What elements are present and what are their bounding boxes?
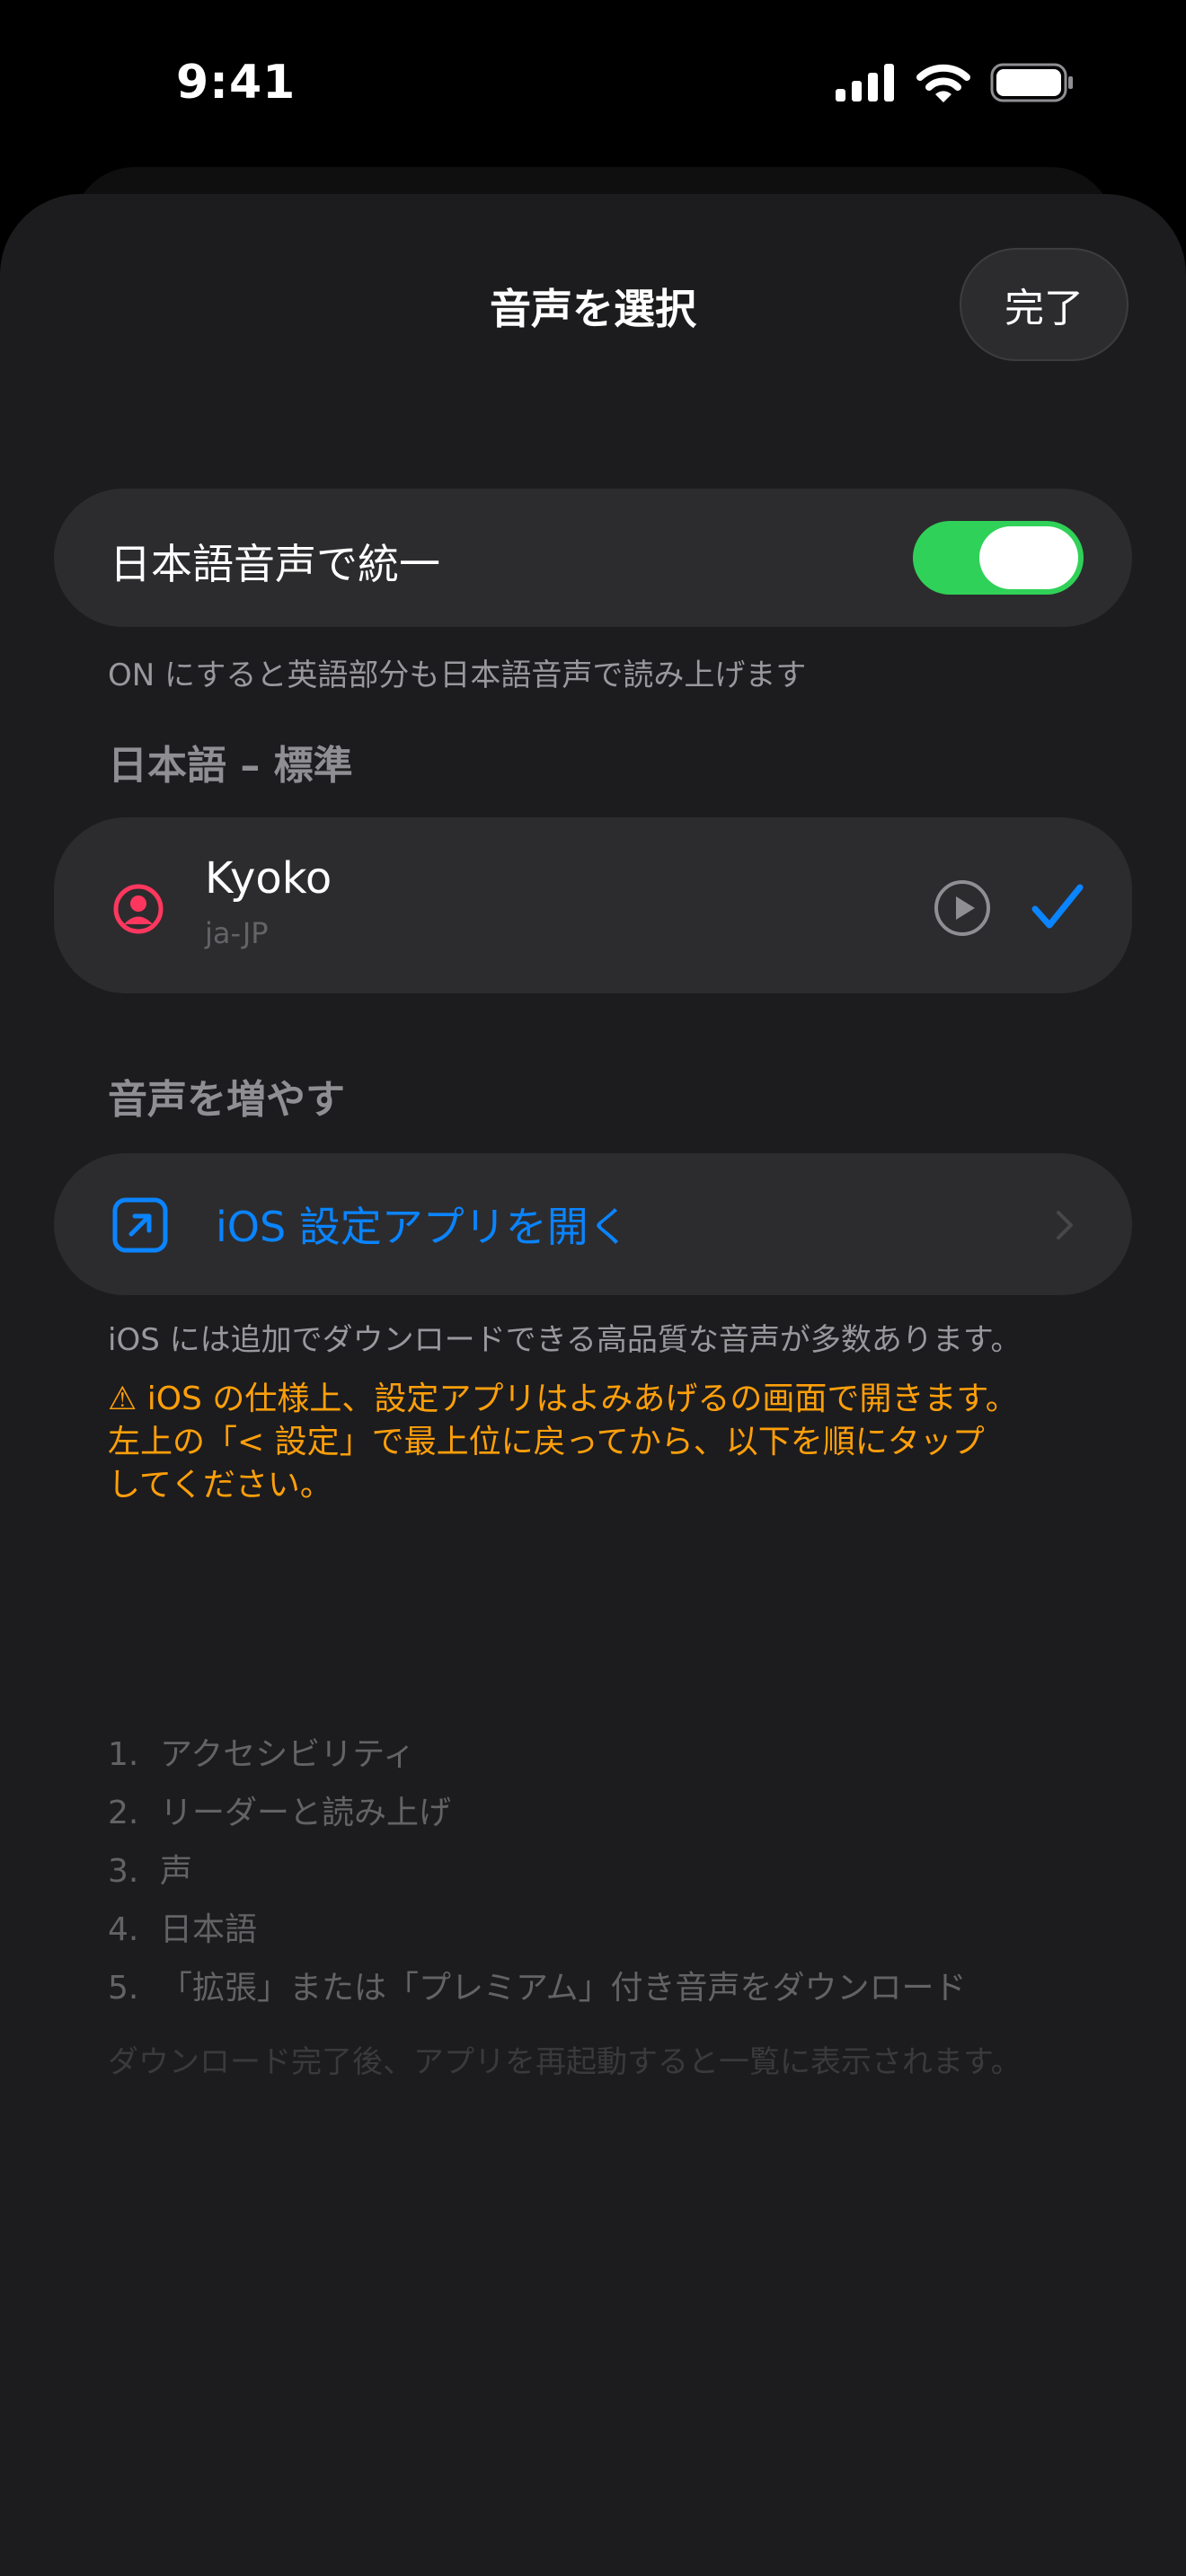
wifi-icon — [916, 64, 970, 102]
warning-line: ⚠ iOS の仕様上、設定アプリはよみあげるの画面で開きます。 — [108, 1381, 1018, 1417]
cellular-signal-icon — [836, 64, 894, 101]
voice-locale: ja-JP — [205, 916, 269, 950]
checkmark-icon — [1031, 884, 1084, 929]
voice-name: Kyoko — [205, 853, 332, 904]
step-number: 5. — [108, 1970, 139, 2007]
step-number: 3. — [108, 1853, 139, 1890]
section-header-japanese-standard: 日本語 – 標準 — [108, 743, 353, 789]
list-item: 2. リーダーと読み上げ — [108, 1786, 966, 1845]
toggle-knob — [979, 526, 1078, 589]
list-item: 3. 声 — [108, 1845, 966, 1903]
list-item: 4. 日本語 — [108, 1903, 966, 1962]
add-voices-description: iOS には追加でダウンロードできる高品質な音声が多数あります。 — [108, 1322, 1022, 1358]
status-bar: 9:41 — [0, 0, 1186, 171]
step-text: 「拡張」または「プレミアム」付き音声をダウンロード — [160, 1970, 967, 2007]
battery-icon — [990, 63, 1073, 102]
warning-line: してください。 — [108, 1467, 332, 1504]
step-number: 2. — [108, 1795, 139, 1831]
status-time: 9:41 — [176, 56, 296, 110]
unify-japanese-voice-label: 日本語音声で統一 — [110, 540, 440, 588]
chevron-right-icon — [1057, 1211, 1073, 1239]
open-ios-settings-row[interactable]: iOS 設定アプリを開く — [54, 1153, 1132, 1295]
section-header-add-voices: 音声を増やす — [108, 1077, 345, 1123]
step-text: 声 — [160, 1853, 193, 1890]
step-number: 4. — [108, 1911, 139, 1948]
step-text: 日本語 — [160, 1911, 258, 1948]
person-circle-icon — [113, 884, 164, 934]
warning-line: 左上の「< 設定」で最上位に戻ってから、以下を順にタップ — [108, 1424, 985, 1460]
open-ios-settings-label: iOS 設定アプリを開く — [216, 1203, 630, 1251]
step-text: アクセシビリティ — [160, 1736, 416, 1773]
status-icons — [836, 63, 1075, 102]
unify-japanese-voice-row: 日本語音声で統一 — [54, 489, 1132, 627]
step-number: 1. — [108, 1736, 139, 1773]
voice-selection-sheet: 音声を選択 完了 日本語音声で統一 ON にすると英語部分も日本語音声で読み上げ… — [0, 194, 1186, 2576]
done-button[interactable]: 完了 — [960, 248, 1128, 361]
ios-spec-warning: ⚠ iOS の仕様上、設定アプリはよみあげるの画面で開きます。 左上の「< 設定… — [108, 1378, 1096, 1507]
unify-japanese-voice-toggle[interactable] — [913, 521, 1084, 595]
step-text: リーダーと読み上げ — [160, 1795, 452, 1831]
unify-toggle-note: ON にすると英語部分も日本語音声で読み上げます — [108, 657, 807, 693]
open-external-icon — [112, 1197, 168, 1253]
list-item: 1. アクセシビリティ — [108, 1728, 966, 1786]
restart-app-note: ダウンロード完了後、アプリを再起動すると一覧に表示されます。 — [108, 2044, 1022, 2080]
list-item: 5. 「拡張」または「プレミアム」付き音声をダウンロード — [108, 1962, 966, 2020]
play-preview-icon[interactable] — [933, 878, 992, 938]
voice-row-kyoko[interactable]: Kyoko ja-JP — [54, 817, 1132, 993]
download-steps-list: 1. アクセシビリティ 2. リーダーと読み上げ 3. 声 4. 日本語 5. 「拡張」ま… — [108, 1728, 966, 2020]
